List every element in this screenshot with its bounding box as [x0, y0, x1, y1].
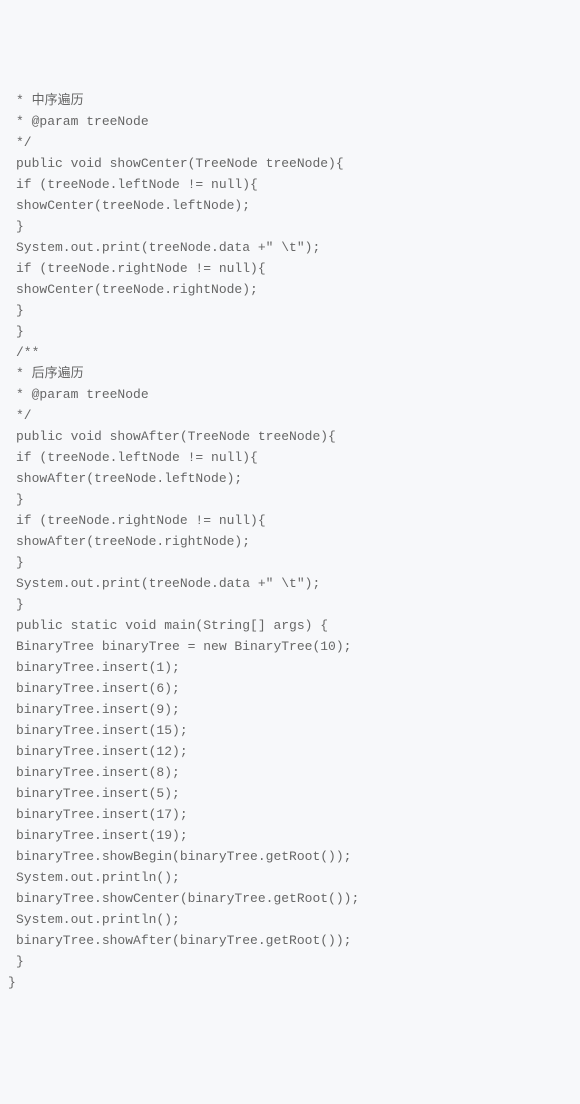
- code-line: if (treeNode.rightNode != null){: [8, 258, 572, 279]
- code-line: if (treeNode.rightNode != null){: [8, 510, 572, 531]
- code-line: }: [8, 552, 572, 573]
- code-line: binaryTree.insert(5);: [8, 783, 572, 804]
- code-line: System.out.println();: [8, 909, 572, 930]
- code-line: public void showCenter(TreeNode treeNode…: [8, 153, 572, 174]
- code-line: */: [8, 132, 572, 153]
- code-line: }: [8, 216, 572, 237]
- code-line: * 中序遍历: [8, 90, 572, 111]
- code-line: System.out.print(treeNode.data +" \t");: [8, 573, 572, 594]
- code-line: System.out.print(treeNode.data +" \t");: [8, 237, 572, 258]
- code-line: }: [8, 300, 572, 321]
- code-block: * 中序遍历* @param treeNode*/public void sho…: [8, 90, 572, 993]
- code-line: binaryTree.insert(12);: [8, 741, 572, 762]
- code-line: }: [8, 951, 572, 972]
- code-line: showAfter(treeNode.rightNode);: [8, 531, 572, 552]
- code-line: public void showAfter(TreeNode treeNode)…: [8, 426, 572, 447]
- code-line: binaryTree.insert(17);: [8, 804, 572, 825]
- code-line: }: [8, 489, 572, 510]
- code-line: if (treeNode.leftNode != null){: [8, 174, 572, 195]
- code-line: * @param treeNode: [8, 384, 572, 405]
- code-line: /**: [8, 342, 572, 363]
- code-line: showCenter(treeNode.leftNode);: [8, 195, 572, 216]
- code-line: if (treeNode.leftNode != null){: [8, 447, 572, 468]
- code-line: binaryTree.insert(1);: [8, 657, 572, 678]
- code-line: * 后序遍历: [8, 363, 572, 384]
- code-line: binaryTree.insert(8);: [8, 762, 572, 783]
- code-line: binaryTree.insert(9);: [8, 699, 572, 720]
- code-line: binaryTree.showBegin(binaryTree.getRoot(…: [8, 846, 572, 867]
- code-line: }: [8, 594, 572, 615]
- code-line: public static void main(String[] args) {: [8, 615, 572, 636]
- code-line: }: [8, 972, 572, 993]
- code-line: */: [8, 405, 572, 426]
- code-line: binaryTree.showAfter(binaryTree.getRoot(…: [8, 930, 572, 951]
- code-line: binaryTree.insert(6);: [8, 678, 572, 699]
- code-line: BinaryTree binaryTree = new BinaryTree(1…: [8, 636, 572, 657]
- code-line: System.out.println();: [8, 867, 572, 888]
- code-line: binaryTree.showCenter(binaryTree.getRoot…: [8, 888, 572, 909]
- code-line: showCenter(treeNode.rightNode);: [8, 279, 572, 300]
- code-line: binaryTree.insert(15);: [8, 720, 572, 741]
- code-line: }: [8, 321, 572, 342]
- code-line: binaryTree.insert(19);: [8, 825, 572, 846]
- code-line: * @param treeNode: [8, 111, 572, 132]
- code-line: showAfter(treeNode.leftNode);: [8, 468, 572, 489]
